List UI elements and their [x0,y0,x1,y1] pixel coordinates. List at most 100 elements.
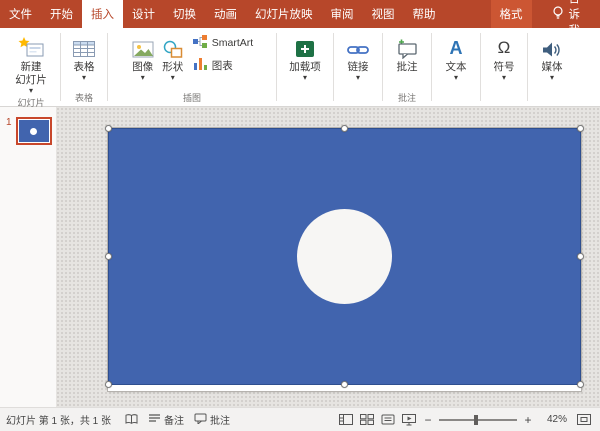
ribbon-group-symbols: Ω 符号 [481,28,527,106]
group-label-links [334,92,382,106]
status-bar: 幻灯片 第 1 张，共 1 张 备注 批注 42% [0,407,600,431]
comments-label: 批注 [210,412,230,427]
comment-bubble-icon [194,413,207,427]
ribbon-group-illustrations: 图像 形状 SmartArt 图表 [108,28,276,106]
group-label-comments: 批注 [383,92,431,106]
new-slide-icon [18,33,44,59]
addins-icon [294,33,316,59]
comment-label: 批注 [397,61,418,74]
speaker-icon [541,33,563,59]
new-slide-button[interactable]: 新建 幻灯片 [11,31,51,97]
omega-icon: Ω [498,33,511,59]
dropdown-caret [356,74,360,82]
tab-format[interactable]: 格式 [491,0,532,28]
slide-thumbnail-panel: 1 [0,107,56,407]
selection-handle-bottom-right[interactable] [577,381,584,388]
ribbon-group-links: 链接 [334,28,382,106]
table-button[interactable]: 表格 [68,31,100,84]
tab-design[interactable]: 设计 [123,0,164,28]
tab-review[interactable]: 审阅 [322,0,363,28]
blue-rectangle-shape[interactable] [108,128,581,385]
selection-handle-top-left[interactable] [105,125,112,132]
text-button[interactable]: A 文本 [442,31,471,84]
share-button[interactable]: 共享 [590,0,600,28]
powerpoint-window: 文件 开始 插入 设计 切换 动画 幻灯片放映 审阅 视图 帮助 格式 告诉我 … [0,0,600,431]
link-icon [347,33,369,59]
slide-sorter-view-button[interactable] [360,414,374,425]
dropdown-caret [171,74,175,82]
media-button[interactable]: 媒体 [537,31,567,84]
slideshow-view-button[interactable] [402,414,416,426]
zoom-slider-thumb[interactable] [474,415,478,425]
images-button[interactable]: 图像 [128,31,158,84]
dropdown-caret [82,74,86,82]
notes-button[interactable]: 备注 [148,412,184,427]
white-circle-shape[interactable] [297,209,392,304]
tab-file[interactable]: 文件 [0,0,41,28]
group-label-text [432,92,480,106]
workspace: 1 [0,107,600,407]
ribbon: 新建 幻灯片 幻灯片 表格 表格 图 [0,28,600,107]
selection-handle-middle-left[interactable] [105,253,112,260]
group-label-media [528,92,576,106]
chart-label: 图表 [212,58,233,73]
fit-to-window-button[interactable] [577,414,591,425]
selection-handle-bottom-left[interactable] [105,381,112,388]
zoom-slider[interactable] [439,414,517,426]
dropdown-caret [550,74,554,82]
addins-button[interactable]: 加载项 [285,31,325,84]
slide[interactable] [108,128,581,391]
links-button[interactable]: 链接 [343,31,373,84]
smartart-button[interactable]: SmartArt [190,34,256,52]
tab-insert[interactable]: 插入 [82,0,123,28]
comment-icon [396,33,418,59]
new-comment-button[interactable]: 批注 [392,31,422,76]
zoom-out-button[interactable] [421,413,435,427]
normal-view-button[interactable] [339,414,353,425]
smartart-icon [193,35,208,51]
selection-handle-top-right[interactable] [577,125,584,132]
ribbon-group-comments: 批注 批注 [383,28,431,106]
image-icon [132,33,154,59]
tab-animations[interactable]: 动画 [205,0,246,28]
tab-transitions[interactable]: 切换 [164,0,205,28]
dropdown-caret [502,74,506,82]
ribbon-group-media: 媒体 [528,28,576,106]
group-label-symbols [481,92,527,106]
reading-view-button[interactable] [381,414,395,425]
notes-icon [148,413,161,427]
tab-view[interactable]: 视图 [363,0,404,28]
ribbon-group-text: A 文本 [432,28,480,106]
selection-handle-bottom-middle[interactable] [341,381,348,388]
table-icon [72,33,96,59]
group-label-tables: 表格 [61,92,107,106]
slide-counter: 幻灯片 第 1 张，共 1 张 [6,412,111,427]
ribbon-group-addins: 加载项 [277,28,333,106]
zoom-in-button[interactable] [521,413,535,427]
proofing-icon[interactable] [125,414,138,425]
zoom-level[interactable]: 42% [539,414,567,425]
tab-slideshow[interactable]: 幻灯片放映 [246,0,322,28]
thumbnail-circle-shape [30,128,37,135]
selection-handle-top-middle[interactable] [341,125,348,132]
smartart-label: SmartArt [212,37,253,49]
tab-help[interactable]: 帮助 [404,0,445,28]
slide-thumbnail[interactable] [16,117,52,145]
chart-button[interactable]: 图表 [190,56,256,74]
group-label-illustrations: 插图 [108,92,276,106]
shapes-button[interactable]: 形状 [158,31,188,84]
dropdown-caret [303,74,307,82]
slide-editing-area[interactable] [56,107,600,407]
selection-handle-middle-right[interactable] [577,253,584,260]
symbols-button[interactable]: Ω 符号 [490,31,519,84]
group-label-addins [277,92,333,106]
comments-button[interactable]: 批注 [194,412,230,427]
chart-icon [193,57,208,73]
notes-label: 备注 [164,412,184,427]
tell-me-button[interactable]: 告诉我 [542,0,591,28]
ribbon-group-slides: 新建 幻灯片 幻灯片 [2,28,60,106]
tab-home[interactable]: 开始 [41,0,82,28]
dropdown-caret [454,74,458,82]
new-slide-label-1: 新建 [21,61,42,74]
ribbon-group-tables: 表格 表格 [61,28,107,106]
